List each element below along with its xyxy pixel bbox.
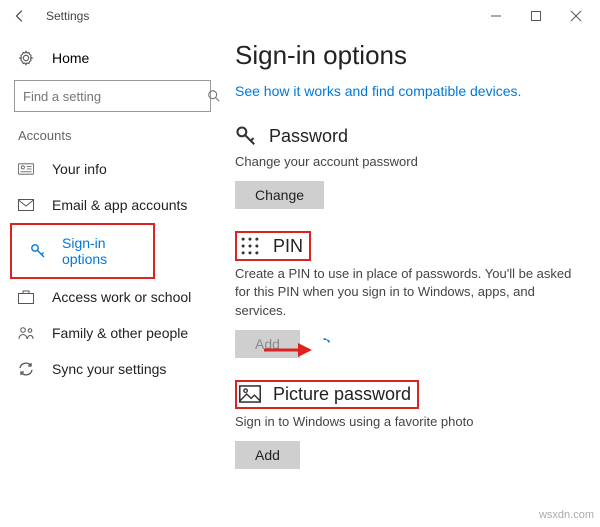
sidebar-item-your-info[interactable]: Your info — [0, 151, 225, 187]
picture-password-title: Picture password — [273, 384, 411, 405]
loading-spinner-icon — [316, 337, 332, 353]
close-icon — [570, 10, 582, 22]
titlebar: Settings — [0, 0, 600, 32]
search-box[interactable] — [14, 80, 211, 112]
back-button[interactable] — [4, 0, 36, 32]
watermark: wsxdn.com — [539, 509, 594, 521]
home-button[interactable]: Home — [0, 44, 225, 80]
sidebar-item-label: Your info — [52, 161, 107, 177]
pin-section: PIN Create a PIN to use in place of pass… — [235, 231, 572, 358]
id-card-icon — [18, 162, 36, 176]
change-password-button[interactable]: Change — [235, 181, 324, 209]
sidebar-item-label: Email & app accounts — [52, 197, 187, 213]
briefcase-icon — [18, 290, 36, 304]
sidebar-item-access-work-school[interactable]: Access work or school — [0, 279, 225, 315]
key-icon — [235, 125, 259, 147]
sidebar-group-label: Accounts — [0, 128, 225, 151]
key-icon — [30, 243, 46, 259]
minimize-button[interactable] — [476, 0, 516, 32]
sync-icon — [18, 361, 36, 377]
arrow-left-icon — [13, 9, 27, 23]
maximize-button[interactable] — [516, 0, 556, 32]
password-desc: Change your account password — [235, 153, 572, 171]
page-title: Sign-in options — [235, 40, 572, 71]
mail-icon — [18, 199, 36, 211]
picture-icon — [239, 385, 263, 403]
maximize-icon — [530, 10, 542, 22]
sidebar-item-family-other[interactable]: Family & other people — [0, 315, 225, 351]
sidebar-item-label: Family & other people — [52, 325, 188, 341]
sidebar: Home Accounts Your info Email & app acco… — [0, 32, 225, 527]
password-section: Password Change your account password Ch… — [235, 125, 572, 209]
sidebar-item-signin-options[interactable]: Sign-in options — [12, 225, 153, 277]
window-title: Settings — [46, 9, 89, 23]
people-icon — [18, 326, 36, 340]
sidebar-item-email-accounts[interactable]: Email & app accounts — [0, 187, 225, 223]
password-title: Password — [269, 126, 348, 147]
add-picture-password-button[interactable]: Add — [235, 441, 300, 469]
sidebar-item-sync-settings[interactable]: Sync your settings — [0, 351, 225, 387]
arrow-annotation-icon — [262, 340, 312, 360]
home-label: Home — [52, 50, 89, 66]
keypad-icon — [239, 235, 263, 257]
pin-title: PIN — [273, 236, 303, 257]
close-button[interactable] — [556, 0, 596, 32]
sidebar-item-label: Access work or school — [52, 289, 191, 305]
gear-icon — [18, 50, 36, 66]
content-pane: Sign-in options See how it works and fin… — [225, 32, 600, 527]
compatible-devices-link[interactable]: See how it works and find compatible dev… — [235, 83, 572, 99]
search-input[interactable] — [15, 89, 207, 104]
sidebar-item-label: Sync your settings — [52, 361, 166, 377]
pin-desc: Create a PIN to use in place of password… — [235, 265, 572, 320]
minimize-icon — [490, 10, 502, 22]
picture-password-desc: Sign in to Windows using a favorite phot… — [235, 413, 572, 431]
sidebar-item-label: Sign-in options — [62, 235, 135, 267]
search-icon — [207, 89, 221, 103]
picture-password-section: Picture password Sign in to Windows usin… — [235, 380, 572, 469]
